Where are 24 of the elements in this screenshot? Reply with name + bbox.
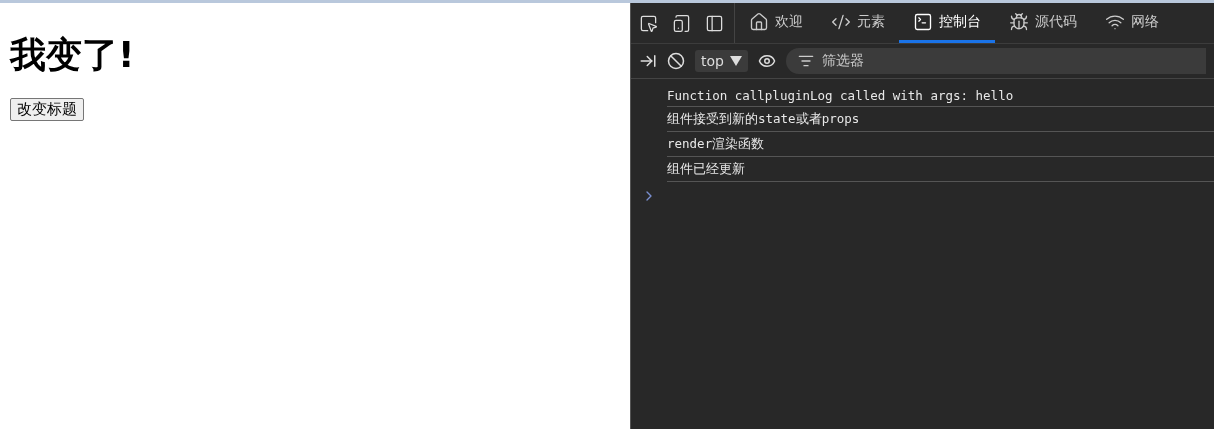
change-title-button[interactable]: 改变标题	[10, 98, 84, 122]
house-icon	[749, 11, 769, 32]
console-message: Function callpluginLog called with args: hello	[667, 84, 1214, 107]
devtools-tab[interactable]: 元素	[817, 3, 899, 43]
panel-icon[interactable]	[705, 13, 724, 33]
console-message: render渲染函数	[667, 132, 1214, 157]
sidebar-toggle-icon[interactable]	[639, 52, 657, 70]
filter-field[interactable]: 筛选器	[785, 48, 1206, 74]
devtools-tab[interactable]: 控制台	[899, 3, 995, 43]
page-heading: 我变了!	[10, 33, 136, 77]
devtools-tab[interactable]: 欢迎	[735, 3, 817, 43]
devtools-tab[interactable]: 网络	[1091, 3, 1173, 43]
inspect-icon[interactable]	[639, 13, 658, 33]
terminal-icon	[913, 11, 933, 32]
clear-icon[interactable]	[667, 52, 685, 70]
console-message: 组件接受到新的state或者props	[667, 107, 1214, 132]
bug-icon	[1009, 11, 1029, 32]
eye-icon[interactable]	[757, 52, 776, 70]
device-icon[interactable]	[672, 13, 691, 33]
context-select[interactable]: top	[695, 50, 748, 72]
devtools-tab[interactable]: 源代码	[995, 3, 1091, 43]
filter-icon	[797, 53, 814, 69]
caret-icon	[729, 56, 742, 66]
console-message: 组件已经更新	[667, 157, 1214, 182]
